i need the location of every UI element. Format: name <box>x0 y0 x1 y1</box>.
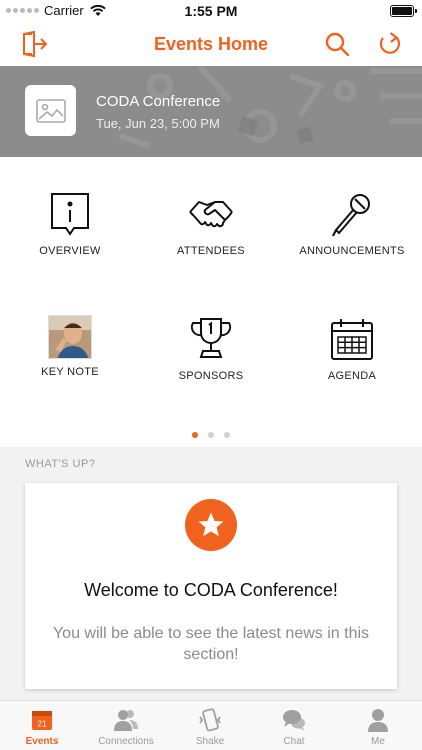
calendar-icon <box>331 319 373 360</box>
trophy-icon <box>190 318 232 358</box>
section-header: WHAT'S UP? <box>25 458 96 470</box>
tab-label: Shake <box>195 736 225 747</box>
tile-label: OVERVIEW <box>39 245 101 257</box>
tab-label: Me <box>371 736 385 747</box>
status-time: 1:55 PM <box>184 3 238 19</box>
tile-attendees[interactable]: ATTENDEES <box>141 190 281 257</box>
people-icon <box>114 710 138 731</box>
tab-me[interactable]: Me <box>336 707 420 747</box>
tile-label: KEY NOTE <box>41 366 99 378</box>
page-dot <box>224 432 230 438</box>
shake-phone-icon <box>199 708 221 732</box>
tile-agenda[interactable]: AGENDA <box>282 315 422 382</box>
event-banner[interactable]: CODA Conference Tue, Jun 23, 5:00 PM <box>0 66 422 157</box>
page-dot <box>192 432 198 438</box>
tile-announcements[interactable]: ANNOUNCEMENTS <box>282 190 422 257</box>
tab-bar: 21 Events Connections Shake Chat Me <box>0 700 422 750</box>
tile-label: AGENDA <box>327 370 377 382</box>
tab-events[interactable]: 21 Events <box>0 707 84 747</box>
news-card[interactable]: Welcome to CODA Conference! You will be … <box>25 483 397 689</box>
info-book-icon <box>51 193 89 236</box>
tile-sponsors[interactable]: SPONSORS <box>141 315 281 382</box>
tab-shake[interactable]: Shake <box>168 707 252 747</box>
card-title: Welcome to CODA Conference! <box>84 580 338 600</box>
status-bar: Carrier 1:55 PM <box>0 0 422 22</box>
nav-bar: Events Home <box>0 22 422 66</box>
tab-events-badge: 21 <box>38 720 47 729</box>
whats-up-section: WHAT'S UP? Welcome to CODA Conference! Y… <box>0 447 422 700</box>
page-title: Events Home <box>153 34 269 54</box>
tab-label: Chat <box>283 736 305 747</box>
handshake-icon <box>189 201 233 228</box>
battery-icon <box>390 5 417 17</box>
search-icon[interactable] <box>323 30 351 58</box>
tab-connections[interactable]: Connections <box>84 707 168 747</box>
tile-keynote[interactable]: KEY NOTE <box>0 315 140 378</box>
tab-label: Connections <box>98 736 154 747</box>
chat-bubbles-icon <box>283 710 305 731</box>
tile-label: ATTENDEES <box>177 245 245 257</box>
speaker-photo <box>48 315 92 359</box>
event-image-placeholder <box>25 85 76 136</box>
feature-grid: OVERVIEW ATTENDEES ANNOUNCEMENTS KEY NOT… <box>0 157 422 447</box>
person-icon <box>368 709 388 732</box>
tile-label: SPONSORS <box>178 370 244 382</box>
tab-chat[interactable]: Chat <box>252 707 336 747</box>
tile-overview[interactable]: OVERVIEW <box>0 190 140 257</box>
refresh-icon[interactable] <box>376 30 404 58</box>
microphone-icon <box>332 194 370 237</box>
tab-label: Events <box>25 736 59 747</box>
calendar-day-icon: 21 <box>32 711 52 730</box>
tile-label: ANNOUNCEMENTS <box>299 245 405 257</box>
event-date: Tue, Jun 23, 5:00 PM <box>96 116 220 131</box>
image-icon <box>35 98 66 123</box>
event-title: CODA Conference <box>96 93 221 110</box>
page-indicator[interactable] <box>0 425 422 443</box>
star-icon <box>185 499 237 551</box>
page-dot <box>208 432 214 438</box>
card-text: You will be able to see the latest news … <box>52 625 370 663</box>
